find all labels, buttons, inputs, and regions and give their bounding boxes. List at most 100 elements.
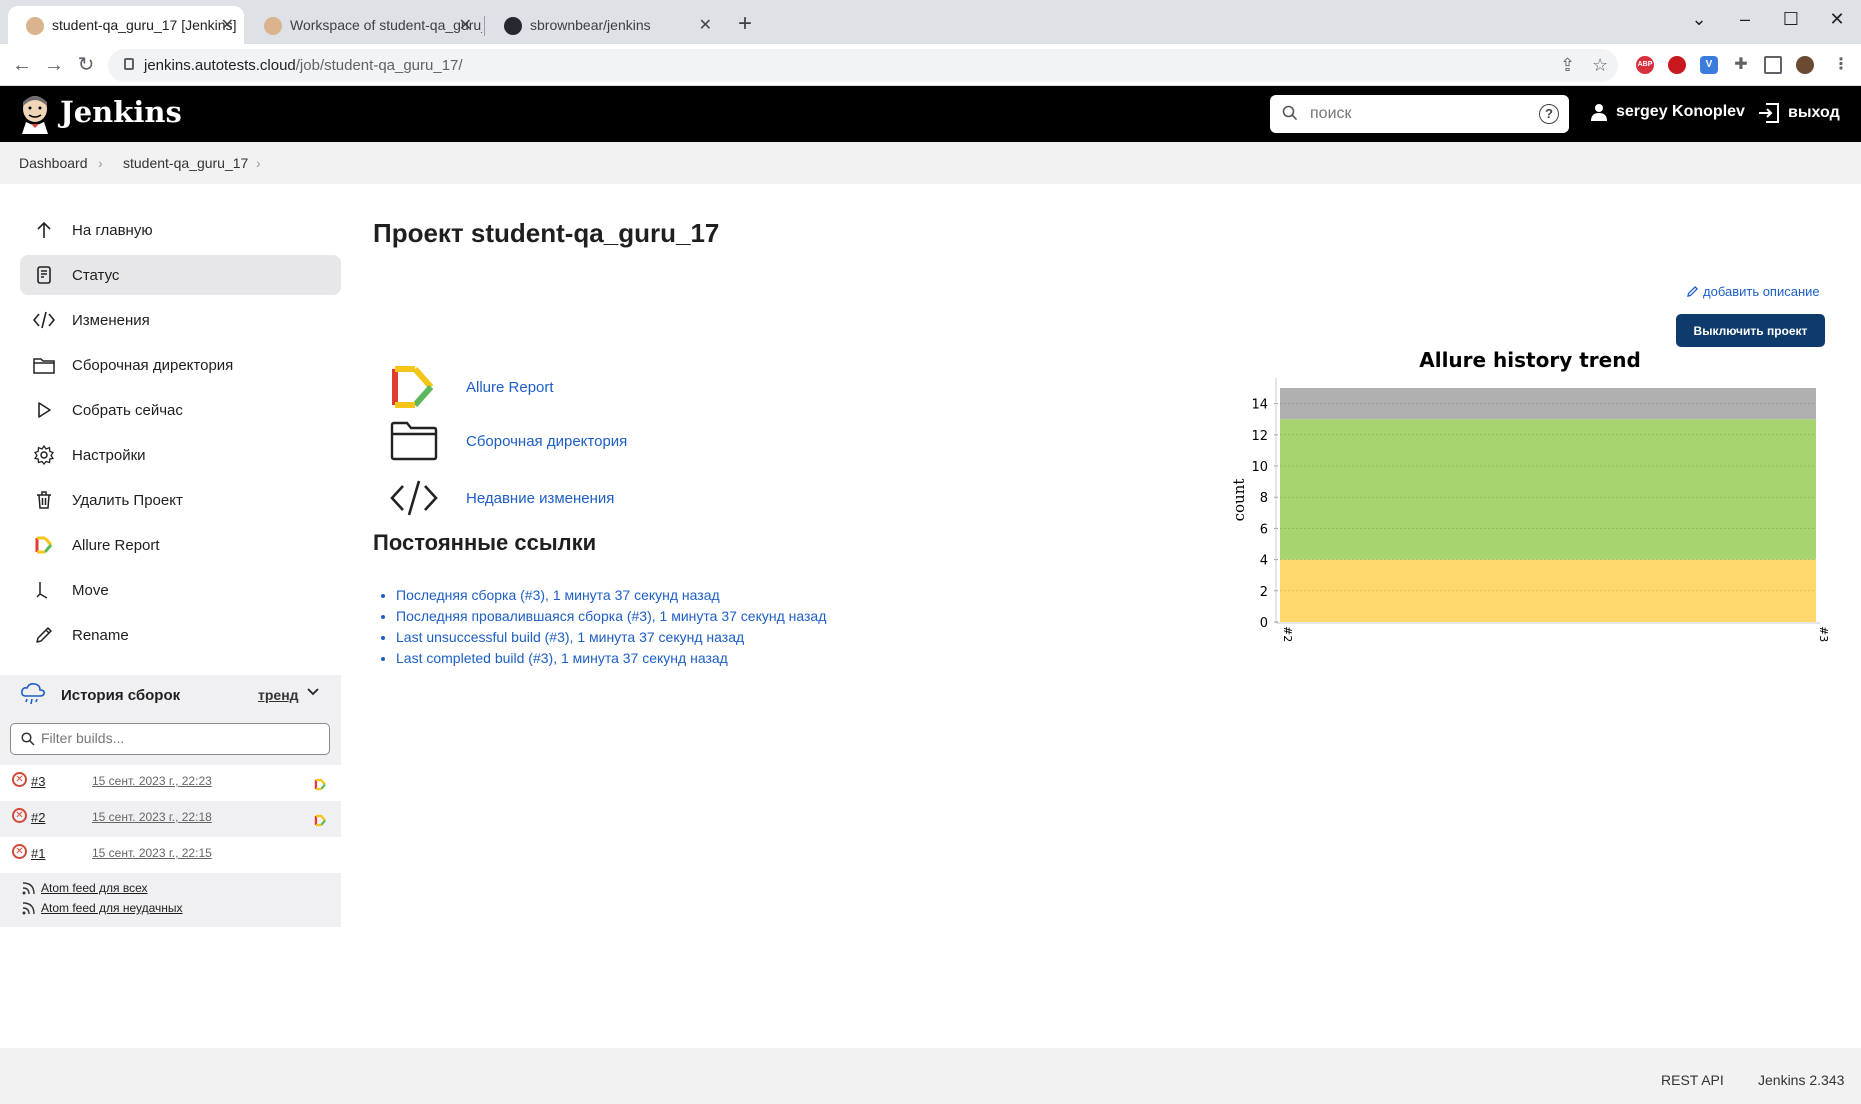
- allure-icon[interactable]: [314, 814, 327, 827]
- rss-icon: [22, 881, 35, 894]
- permalink-link[interactable]: Last completed build (#3), 1 минута 37 с…: [396, 650, 728, 666]
- build-row[interactable]: ✕ #3 15 сент. 2023 г., 22:23: [0, 765, 341, 801]
- permalink-link[interactable]: Последняя провалившаяся сборка (#3), 1 м…: [396, 608, 826, 624]
- breadcrumb-job[interactable]: student-qa_guru_17: [123, 155, 248, 171]
- jenkins-favicon-icon: [26, 17, 44, 35]
- chart-y-tick-label: 10: [1251, 460, 1268, 475]
- browser-tabstrip: student-qa_guru_17 [Jenkins] ✕ Workspace…: [0, 0, 1861, 44]
- chart-y-tick-label: 6: [1260, 522, 1268, 537]
- reload-icon[interactable]: ↻: [72, 52, 100, 80]
- tab-search-icon[interactable]: ⌄: [1676, 4, 1722, 34]
- build-row[interactable]: ✕ #1 15 сент. 2023 г., 22:15: [0, 837, 341, 873]
- search-icon: [21, 732, 35, 746]
- rest-api-link[interactable]: REST API: [1661, 1072, 1724, 1088]
- v-extension-icon[interactable]: V: [1700, 56, 1718, 74]
- jenkins-butler-logo-icon[interactable]: [18, 94, 52, 134]
- breadcrumb-chevron-icon[interactable]: ›: [98, 155, 103, 171]
- task-label: На главную: [72, 221, 153, 239]
- browser-tab[interactable]: Workspace of student-qa_guru_1 ✕: [246, 6, 482, 44]
- task-move[interactable]: Move: [20, 570, 341, 610]
- ublock-extension-icon[interactable]: [1668, 56, 1686, 74]
- build-date-link[interactable]: 15 сент. 2023 г., 22:15: [92, 846, 212, 860]
- github-favicon-icon: [504, 17, 522, 35]
- jenkins-logo-text[interactable]: Jenkins: [60, 95, 182, 129]
- chart-areas: [1280, 388, 1816, 622]
- permalink-link[interactable]: Последняя сборка (#3), 1 минута 37 секун…: [396, 587, 720, 603]
- tab-title: Workspace of student-qa_guru_1: [290, 17, 482, 33]
- build-number-link[interactable]: #1: [31, 846, 45, 861]
- forward-icon[interactable]: →: [40, 52, 68, 80]
- task-configure[interactable]: Настройки: [20, 435, 341, 475]
- trend-link[interactable]: тренд: [258, 687, 299, 703]
- folder-icon: [388, 418, 440, 464]
- bookmark-star-icon[interactable]: ☆: [1592, 55, 1608, 76]
- adblock-extension-icon[interactable]: ABP: [1636, 56, 1654, 74]
- browser-tab-active[interactable]: student-qa_guru_17 [Jenkins] ✕: [8, 6, 244, 44]
- pencil-icon: [32, 623, 56, 647]
- add-description-link[interactable]: добавить описание: [1686, 284, 1820, 299]
- permalink-link[interactable]: Last unsuccessful build (#3), 1 минута 3…: [396, 629, 744, 645]
- filter-builds-box[interactable]: [10, 723, 330, 755]
- filter-builds-input[interactable]: [41, 730, 311, 746]
- side-panel-icon[interactable]: [1764, 56, 1782, 74]
- breadcrumb-dashboard[interactable]: Dashboard: [19, 155, 88, 171]
- user-link[interactable]: sergey Konoplev: [1590, 103, 1745, 121]
- build-number-link[interactable]: #2: [31, 810, 45, 825]
- main-link-workspace[interactable]: Сборочная директория: [388, 418, 627, 464]
- share-icon[interactable]: ⇪: [1560, 55, 1575, 76]
- maximize-icon[interactable]: ☐: [1768, 4, 1814, 34]
- task-label: Удалить Проект: [72, 491, 183, 509]
- task-changes[interactable]: Изменения: [20, 300, 341, 340]
- build-history-header: История сборок тренд: [0, 675, 341, 715]
- build-date-link[interactable]: 15 сент. 2023 г., 22:23: [92, 774, 212, 788]
- search-input[interactable]: [1310, 103, 1530, 125]
- address-bar[interactable]: jenkins.autotests.cloud/job/student-qa_g…: [108, 49, 1618, 82]
- build-row[interactable]: ✕ #2 15 сент. 2023 г., 22:18: [0, 801, 341, 837]
- search-box[interactable]: ?: [1270, 95, 1569, 133]
- chart-x-tick-label: #2: [1281, 626, 1294, 642]
- task-home[interactable]: На главную: [20, 210, 341, 250]
- tab-separator: [484, 16, 485, 36]
- task-allure-report[interactable]: Allure Report: [20, 525, 341, 565]
- allure-trend-chart[interactable]: Allure history trend count 0 2 4 6 8 10 12 14 #…: [1230, 340, 1830, 650]
- task-label: Статус: [72, 266, 120, 284]
- task-rename[interactable]: Rename: [20, 615, 341, 655]
- allure-icon[interactable]: [314, 778, 327, 791]
- close-tab-icon[interactable]: ✕: [221, 15, 234, 35]
- permalink-item: Последняя провалившаяся сборка (#3), 1 м…: [396, 608, 826, 629]
- window-close-icon[interactable]: ✕: [1814, 4, 1860, 34]
- task-status[interactable]: Статус: [20, 255, 341, 295]
- jenkins-header: Jenkins ? sergey Konoplev выход: [0, 86, 1861, 142]
- logout-link[interactable]: выход: [1758, 103, 1840, 123]
- atom-feed-all-link[interactable]: Atom feed для всех: [22, 881, 148, 895]
- extensions-puzzle-icon[interactable]: ✚: [1732, 56, 1750, 74]
- minimize-icon[interactable]: –: [1722, 4, 1768, 34]
- close-tab-icon[interactable]: ✕: [459, 15, 472, 35]
- profile-avatar[interactable]: [1796, 56, 1814, 74]
- main-link-allure-report[interactable]: Allure Report: [388, 364, 554, 410]
- jenkins-version-link[interactable]: Jenkins 2.343: [1758, 1072, 1844, 1088]
- browser-menu-icon[interactable]: ⋮: [1832, 56, 1850, 74]
- task-build-now[interactable]: Собрать сейчас: [20, 390, 341, 430]
- chart-x-ticks: #2 #3: [1281, 626, 1830, 642]
- browser-tab[interactable]: sbrownbear/jenkins ✕: [486, 6, 722, 44]
- main-link-label: Недавние изменения: [466, 489, 615, 507]
- new-tab-icon[interactable]: +: [738, 12, 752, 36]
- permalink-item: Последняя сборка (#3), 1 минута 37 секун…: [396, 587, 826, 608]
- task-workspace[interactable]: Сборочная директория: [20, 345, 341, 385]
- chart-y-tick-label: 0: [1260, 616, 1268, 631]
- close-tab-icon[interactable]: ✕: [699, 15, 712, 35]
- code-icon: [32, 308, 56, 332]
- build-number-link[interactable]: #3: [31, 774, 45, 789]
- trash-icon: [32, 488, 56, 512]
- atom-feed-failed-link[interactable]: Atom feed для неудачных: [22, 901, 183, 915]
- back-icon[interactable]: ←: [8, 52, 36, 80]
- breadcrumb-chevron-icon[interactable]: ›: [256, 155, 261, 171]
- build-failed-icon: ✕: [12, 844, 27, 859]
- search-help-icon[interactable]: ?: [1539, 104, 1559, 124]
- main-link-recent-changes[interactable]: Недавние изменения: [388, 475, 614, 521]
- user-icon: [1591, 104, 1607, 121]
- chevron-down-icon[interactable]: [306, 685, 320, 702]
- build-date-link[interactable]: 15 сент. 2023 г., 22:18: [92, 810, 212, 824]
- task-delete-project[interactable]: Удалить Проект: [20, 480, 341, 520]
